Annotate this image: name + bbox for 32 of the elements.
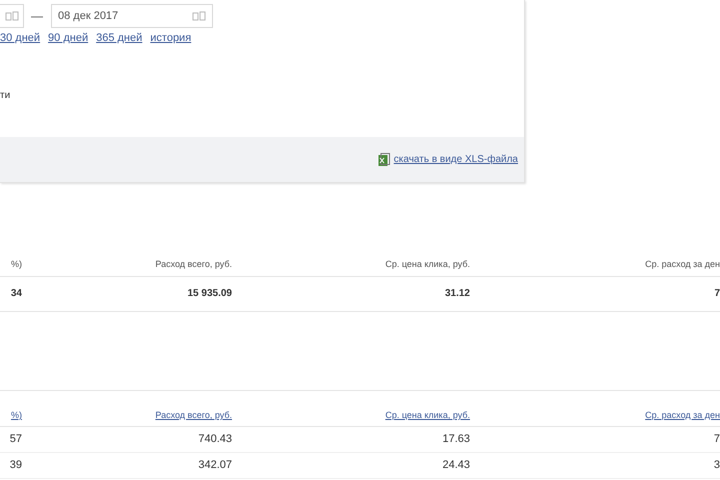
- option-label: ти: [0, 90, 10, 101]
- date-from-field[interactable]: [0, 4, 24, 28]
- spreadsheet-icon[interactable]: [378, 152, 390, 166]
- table-cell: 740.43: [198, 433, 232, 445]
- table-cell: 7: [714, 433, 720, 445]
- period-link[interactable]: история: [150, 32, 192, 44]
- table-cell: 31.12: [444, 288, 470, 299]
- table-cell: 3: [714, 459, 720, 471]
- table-cell: 342.07: [198, 459, 232, 471]
- calendar-icon[interactable]: [5, 10, 19, 20]
- column-sort-link[interactable]: Расход всего, руб.: [155, 410, 232, 420]
- period-link[interactable]: 30 дней: [0, 32, 40, 44]
- column-header: Ср. цена клика, руб.: [385, 259, 470, 269]
- date-separator: —: [31, 8, 43, 22]
- table-cell: 24.43: [442, 459, 470, 471]
- calendar-icon[interactable]: [192, 10, 206, 20]
- column-sort-link[interactable]: %): [11, 410, 22, 420]
- column-header: Расход всего, руб.: [155, 259, 232, 269]
- column-sort-link[interactable]: Ср. цена клика, руб.: [385, 410, 470, 420]
- column-sort-link[interactable]: Ср. расход за ден: [645, 410, 720, 420]
- table-cell: 15 935.09: [188, 288, 232, 299]
- table-cell: 17.63: [442, 433, 470, 445]
- column-header: Ср. расход за ден: [645, 259, 720, 269]
- table-cell: 34: [10, 288, 22, 299]
- date-to-field[interactable]: 08 дек 2017: [51, 4, 213, 28]
- period-link[interactable]: 90 дней: [48, 32, 88, 44]
- table-cell: 7: [714, 288, 720, 299]
- column-header: %): [11, 259, 22, 269]
- download-xls-link[interactable]: скачать в виде XLS-файла: [394, 154, 518, 165]
- table-cell: 57: [10, 433, 22, 445]
- period-link[interactable]: 365 дней: [96, 32, 142, 44]
- table-cell: 39: [10, 459, 22, 471]
